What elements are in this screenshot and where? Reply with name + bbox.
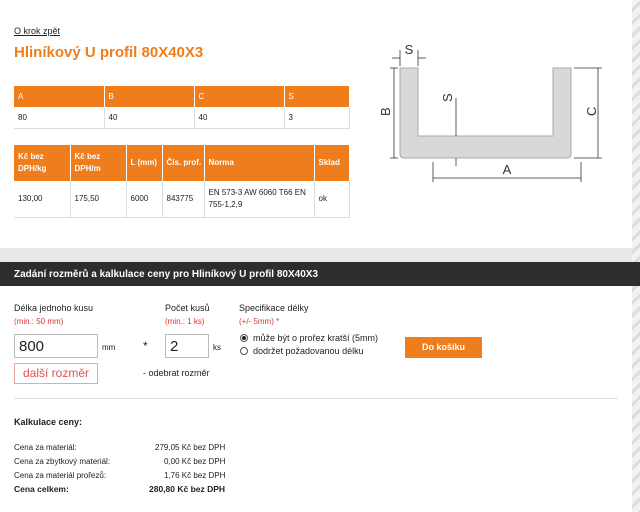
count-label: Počet kusů: [165, 303, 210, 313]
price-header-profile: Čís. prof.: [162, 145, 205, 181]
divider: [14, 398, 618, 399]
add-dimension-button[interactable]: další rozměr: [14, 363, 98, 384]
price-value-norm: EN 573-3 AW 6060 T66 EN 755-1,2,9: [204, 181, 315, 218]
calc-row-label: Cena za materiál:: [14, 443, 77, 452]
calc-row-value: 1,76 Kč bez DPH: [164, 471, 226, 480]
radio-exact[interactable]: [240, 347, 248, 355]
price-header-stock: Sklad: [314, 145, 350, 181]
price-value-length: 6000: [126, 181, 163, 218]
u-profile-diagram: S S B C A: [378, 42, 602, 182]
price-value-profile: 843775: [162, 181, 205, 218]
price-header-m: Kč bez DPH/m: [70, 145, 127, 181]
back-link[interactable]: O krok zpět: [14, 26, 60, 36]
label-s-mid: S: [440, 93, 455, 102]
calc-row-label: Cena za materiál prořezů:: [14, 471, 107, 480]
dimensions-table: A B C S 80 40 40 3: [14, 86, 350, 129]
label-b: B: [378, 107, 393, 116]
price-header-length: L (mm): [126, 145, 163, 181]
count-unit: ks: [213, 343, 221, 352]
dims-value-s: 3: [284, 107, 350, 129]
dims-header-a: A: [14, 86, 105, 107]
add-to-cart-button[interactable]: Do košíku: [405, 337, 482, 358]
radio-shorter-label: může být o prořez kratší (5mm): [253, 333, 379, 343]
count-input[interactable]: [165, 334, 209, 358]
multiply-sign: *: [143, 339, 148, 353]
calc-total-value: 280,80 Kč bez DPH: [149, 484, 226, 494]
product-panel: O krok zpět Hliníkový U profil 80X40X3 A…: [0, 0, 632, 248]
length-hint: (min.: 50 mm): [14, 317, 64, 326]
spec-hint: (+/- 5mm) *: [239, 317, 280, 326]
radio-shorter[interactable]: [240, 334, 248, 342]
background-pattern: [632, 0, 640, 512]
calc-row-value: 0,00 Kč bez DPH: [164, 457, 226, 466]
calc-total-label: Cena celkem:: [14, 484, 69, 494]
u-profile-shape: [399, 67, 572, 159]
dims-value-a: 80: [14, 107, 105, 129]
calc-row-value: 279,05 Kč bez DPH: [155, 443, 226, 452]
length-input[interactable]: [14, 334, 98, 358]
length-label: Délka jednoho kusu: [14, 303, 94, 313]
dims-value-b: 40: [104, 107, 195, 129]
calculation-form: Délka jednoho kusu (min.: 50 mm) mm * Po…: [0, 286, 632, 512]
page-title: Hliníkový U profil 80X40X3: [14, 44, 204, 61]
price-value-kg: 130,00: [14, 181, 71, 218]
dims-value-c: 40: [194, 107, 285, 129]
calc-heading: Kalkulace ceny:: [14, 417, 83, 427]
length-unit: mm: [102, 343, 116, 352]
spec-label: Specifikace délky: [239, 303, 309, 313]
label-a: A: [503, 162, 512, 177]
label-c: C: [584, 107, 599, 116]
dims-header-c: C: [194, 86, 285, 107]
price-header-kg: Kč bez DPH/kg: [14, 145, 71, 181]
dims-header-b: B: [104, 86, 195, 107]
dims-header-s: S: [284, 86, 350, 107]
label-s-top: S: [405, 42, 414, 57]
price-table: Kč bez DPH/kg Kč bez DPH/m L (mm) Čís. p…: [14, 145, 350, 218]
price-value-m: 175,50: [70, 181, 127, 218]
price-value-stock: ok: [314, 181, 350, 218]
calculation-bar: Zadání rozměrů a kalkulace ceny pro Hlin…: [0, 262, 640, 286]
count-hint: (min.: 1 ks): [165, 317, 205, 326]
remove-dimension-link[interactable]: - odebrat rozměr: [143, 368, 210, 378]
calc-row-label: Cena za zbytkový materiál:: [14, 457, 111, 466]
radio-exact-label: dodržet požadovanou délku: [253, 346, 364, 356]
price-header-norm: Norma: [204, 145, 315, 181]
